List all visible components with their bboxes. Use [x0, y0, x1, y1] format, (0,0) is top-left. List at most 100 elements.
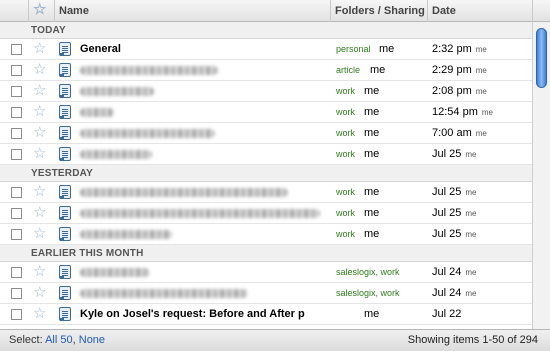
redacted-document-name[interactable]: [80, 289, 248, 298]
modified-by: me: [475, 129, 487, 138]
document-folder[interactable]: work: [336, 203, 355, 224]
select-separator: ,: [72, 334, 76, 346]
star-icon[interactable]: ☆: [33, 62, 46, 77]
list-item[interactable]: ☆ work me 2:08 pm me: [0, 81, 532, 102]
status-footer: Select: All 50, None Showing items 1-50 …: [0, 329, 550, 351]
row-checkbox[interactable]: [11, 107, 22, 118]
row-checkbox[interactable]: [11, 149, 22, 160]
list-item[interactable]: ☆ work me Jul 25 me: [0, 182, 532, 203]
date-value: Jul 22: [432, 308, 462, 320]
document-folder[interactable]: work: [336, 81, 355, 102]
header-name-column[interactable]: Name: [54, 0, 330, 22]
redacted-document-name[interactable]: [80, 150, 152, 159]
row-checkbox[interactable]: [11, 128, 22, 139]
document-sharer: me: [370, 64, 386, 76]
modified-by: me: [465, 289, 477, 298]
star-icon[interactable]: ☆: [33, 205, 46, 220]
document-icon: [59, 84, 71, 98]
document-date: Jul 24 me: [432, 283, 476, 304]
document-date: 2:29 pm me: [432, 60, 487, 81]
document-icon: [59, 42, 71, 56]
document-folder[interactable]: saleslogix, work: [336, 283, 400, 304]
document-name[interactable]: Kyle on Josel's request: Before and Afte…: [80, 304, 316, 325]
row-checkbox[interactable]: [11, 86, 22, 97]
document-icon: [59, 147, 71, 161]
document-date: Jul 25 me: [432, 224, 476, 245]
date-value: Jul 24: [432, 266, 462, 278]
redacted-document-name[interactable]: [80, 66, 218, 75]
star-icon[interactable]: ☆: [33, 146, 46, 161]
header-folders-column[interactable]: Folders / Sharing: [330, 0, 427, 22]
document-sharer: me: [364, 85, 380, 97]
date-value: Jul 24: [432, 287, 462, 299]
document-folder[interactable]: work: [336, 144, 355, 165]
row-checkbox[interactable]: [11, 44, 22, 55]
document-folder[interactable]: work: [336, 102, 355, 123]
list-item[interactable]: ☆ work me Jul 25 me: [0, 144, 532, 165]
document-folder[interactable]: work: [336, 182, 355, 203]
star-icon[interactable]: ☆: [33, 306, 46, 321]
redacted-document-name[interactable]: [80, 268, 150, 277]
vertical-scrollbar[interactable]: [532, 22, 550, 329]
star-icon[interactable]: ☆: [33, 184, 46, 199]
row-checkbox[interactable]: [11, 229, 22, 240]
select-none-link[interactable]: None: [79, 334, 105, 346]
scrollbar-thumb[interactable]: [536, 28, 547, 88]
document-folder[interactable]: work: [336, 123, 355, 144]
redacted-document-name[interactable]: [80, 129, 215, 138]
select-label: Select:: [9, 334, 43, 346]
row-checkbox[interactable]: [11, 65, 22, 76]
list-item[interactable]: ☆ General personal me 2:32 pm me: [0, 39, 532, 60]
list-item[interactable]: ☆ work me Jul 25 me: [0, 203, 532, 224]
list-item[interactable]: ☆ work me 12:54 pm me: [0, 102, 532, 123]
redacted-document-name[interactable]: [80, 108, 114, 117]
star-icon[interactable]: ☆: [33, 285, 46, 300]
list-item[interactable]: ☆ work me Jul 25 me: [0, 224, 532, 245]
list-item[interactable]: ☆ work me 7:00 am me: [0, 123, 532, 144]
document-icon: [59, 286, 71, 300]
header-date-column[interactable]: Date: [427, 0, 532, 22]
modified-by: me: [465, 230, 477, 239]
document-folder[interactable]: personal: [336, 39, 371, 60]
star-icon[interactable]: ☆: [33, 226, 46, 241]
list-item[interactable]: ☆ Kyle on Josel's request: Before and Af…: [0, 304, 532, 325]
star-icon[interactable]: ☆: [33, 125, 46, 140]
list-item[interactable]: ☆ article me 2:29 pm me: [0, 60, 532, 81]
item-count: Showing items 1-50 of 294: [407, 334, 538, 346]
date-value: Jul 25: [432, 228, 462, 240]
header-checkbox-column: [0, 0, 28, 22]
document-folder[interactable]: work: [336, 224, 355, 245]
redacted-document-name[interactable]: [80, 209, 320, 218]
redacted-document-name[interactable]: [80, 230, 172, 239]
document-sharer: me: [364, 228, 380, 240]
document-sharer: me: [379, 43, 395, 55]
select-all-link[interactable]: All 50: [45, 334, 73, 346]
section-header-yesterday: YESTERDAY: [0, 165, 532, 182]
row-checkbox[interactable]: [11, 187, 22, 198]
document-folder[interactable]: article: [336, 60, 360, 81]
star-icon[interactable]: ☆: [33, 104, 46, 119]
redacted-document-name[interactable]: [80, 87, 154, 96]
header-star-column[interactable]: ☆: [28, 0, 54, 22]
star-icon[interactable]: ☆: [33, 264, 46, 279]
document-folder[interactable]: saleslogix, work: [336, 262, 400, 283]
document-icon: [59, 185, 71, 199]
date-value: Jul 25: [432, 148, 462, 160]
modified-by: me: [475, 45, 487, 54]
row-checkbox[interactable]: [11, 267, 22, 278]
star-icon[interactable]: ☆: [33, 83, 46, 98]
row-checkbox[interactable]: [11, 208, 22, 219]
document-name[interactable]: General: [80, 39, 121, 60]
date-value: 2:32 pm: [432, 43, 472, 55]
document-sharer: me: [364, 308, 380, 320]
document-icon: [59, 126, 71, 140]
list-item[interactable]: ☆ saleslogix, work Jul 24 me: [0, 262, 532, 283]
list-item[interactable]: ☆ saleslogix, work Jul 24 me: [0, 283, 532, 304]
document-list-window: ☆ Name Folders / Sharing Date TODAY ☆ Ge…: [0, 0, 550, 351]
row-checkbox[interactable]: [11, 309, 22, 320]
section-header-today: TODAY: [0, 22, 532, 39]
document-icon: [59, 265, 71, 279]
redacted-document-name[interactable]: [80, 188, 288, 197]
star-icon[interactable]: ☆: [33, 41, 46, 56]
row-checkbox[interactable]: [11, 288, 22, 299]
